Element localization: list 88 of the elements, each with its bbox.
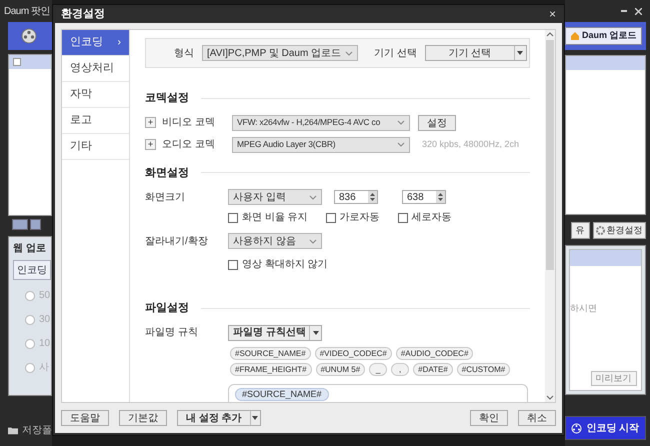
caret-icon (312, 330, 318, 334)
number-field[interactable]: 638 (402, 190, 446, 204)
crop-select[interactable]: 사용하지 않음 (228, 233, 322, 249)
save-folder-label: 저장폴 (22, 424, 52, 438)
spinner-icon[interactable] (436, 191, 445, 203)
spinner-icon[interactable] (368, 191, 377, 203)
app-title: Daum 팟인 (4, 4, 50, 18)
checkbox-label: 화면 비율 유지 (242, 211, 308, 225)
folder-icon (8, 426, 18, 435)
nav-item[interactable]: 인코딩 › (62, 30, 129, 56)
format-select[interactable]: [AVI]PC,PMP 및 Daum 업로드 (202, 45, 358, 61)
field-label: 잘라내기/확장 (145, 234, 209, 248)
caret-icon (517, 51, 524, 55)
caret-icon (309, 238, 317, 244)
settings-icon (596, 226, 605, 235)
dialog-button[interactable]: 기본값 (119, 410, 167, 426)
house-icon (570, 31, 580, 41)
radio-button[interactable] (25, 314, 35, 324)
section-title: 코덱설정 (145, 91, 189, 106)
token-chip[interactable]: #UNUM 5# (316, 362, 366, 376)
section-title: 화면설정 (145, 166, 189, 180)
radio-label: 30 (39, 313, 50, 327)
checkbox-label: 영상 확대하지 않기 (242, 258, 328, 272)
token-chip[interactable]: _ (369, 362, 388, 376)
checkbox[interactable] (228, 212, 238, 222)
dialog-button[interactable]: 도움말 (61, 410, 109, 426)
token-chip[interactable]: #FRAME_HEIGHT# (230, 362, 312, 376)
film-reel-icon (20, 28, 38, 44)
field-label: 화면크기 (145, 190, 186, 204)
hint-text: 하시면 (570, 302, 598, 315)
close-icon[interactable] (634, 8, 642, 14)
token-chip[interactable]: #AUDIO_CODEC# (396, 346, 474, 360)
checkbox-label: 세로자동 (412, 211, 452, 225)
codec-select[interactable]: MPEG Audio Layer 3(CBR) (232, 136, 410, 152)
caret-icon (309, 194, 317, 200)
field-label: 파일명 규칙 (145, 326, 199, 340)
checkbox[interactable] (326, 212, 336, 222)
expand-button[interactable]: + (145, 117, 156, 128)
rule-dropdown-button[interactable]: 파일명 규칙선택 (228, 324, 322, 340)
dialog-button[interactable]: 설정 (418, 114, 456, 130)
side-button[interactable]: 유 (570, 222, 590, 239)
token-chip[interactable]: #SOURCE_NAME# (230, 346, 311, 360)
checkbox[interactable] (398, 212, 408, 222)
radio-button[interactable] (25, 362, 35, 372)
minimize-button[interactable] (620, 10, 627, 12)
close-button[interactable]: × (548, 8, 556, 20)
panel-title: 웹 업로 (13, 242, 47, 256)
radio-label: 50 (39, 289, 50, 303)
radio-label: 사 (39, 361, 49, 375)
checkbox-label: 가로자동 (340, 211, 380, 225)
upload-button[interactable]: Daum 업로드 (565, 27, 642, 45)
scrollbar[interactable] (545, 30, 555, 402)
start-encoding-button[interactable]: 인코딩 시작 (565, 416, 646, 440)
add-preset-button[interactable]: 내 설정 추가 (177, 410, 261, 426)
size-select[interactable]: 사용자 입력 (228, 189, 322, 205)
field-label: 기기 선택 (374, 46, 417, 60)
token-chip[interactable]: #CUSTOM# (456, 362, 510, 376)
field-label: 오디오 코덱 (162, 138, 216, 152)
radio-label: 10 (39, 337, 50, 351)
token-chip[interactable]: #VIDEO_CODEC# (314, 346, 392, 360)
codec-info: 320 kpbs, 48000Hz, 2ch (422, 138, 520, 151)
dialog-button[interactable]: 확인 (470, 410, 508, 426)
field-label: 비디오 코덱 (162, 116, 216, 130)
caret-icon (397, 142, 405, 147)
dialog-title: 환경설정 (61, 6, 105, 22)
caret-icon (345, 50, 354, 56)
number-field[interactable]: 836 (334, 190, 378, 204)
radio-button[interactable] (25, 290, 35, 300)
caret-icon (397, 120, 405, 125)
panel-header (570, 250, 641, 266)
section-title: 파일설정 (145, 301, 189, 316)
settings-button[interactable]: 환경설정 (592, 222, 646, 239)
device-dropdown-button[interactable]: 기기 선택 (424, 45, 527, 61)
scrollbar-thumb[interactable] (546, 40, 554, 270)
field-label: 형식 (174, 46, 194, 60)
token-chip[interactable]: , (391, 362, 410, 376)
token-chip[interactable]: #SOURCE_NAME# (235, 388, 329, 400)
expand-button[interactable]: + (145, 139, 156, 150)
checkbox[interactable] (13, 58, 21, 66)
caret-icon (252, 416, 258, 420)
checkbox[interactable] (228, 260, 238, 270)
codec-select[interactable]: VFW: x264vfw - H,264/MPEG-4 AVC co (232, 114, 410, 130)
dialog-button[interactable]: 취소 (518, 410, 556, 426)
radio-button[interactable] (25, 338, 35, 348)
panel-tab[interactable]: 인코딩 (13, 260, 51, 280)
pattern-field[interactable]: #SOURCE_NAME# (228, 384, 528, 402)
token-chip[interactable]: #DATE# (413, 362, 453, 376)
film-reel-icon (571, 422, 582, 434)
